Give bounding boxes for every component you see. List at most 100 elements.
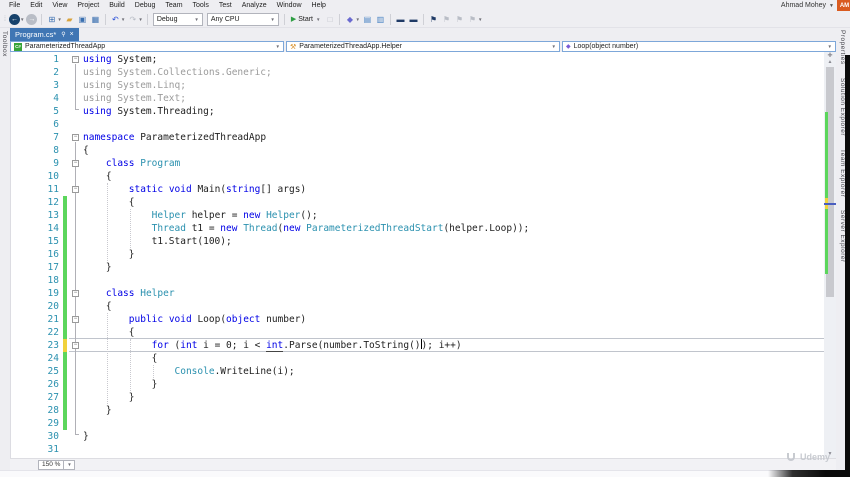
change-tracking-bar [63,378,67,391]
menu-item-debug[interactable]: Debug [130,2,161,9]
menu-item-project[interactable]: Project [72,2,104,9]
left-tool-rail: Toolbox [0,28,10,477]
menu-item-analyze[interactable]: Analyze [237,2,272,9]
uncomment-icon[interactable]: ▬ [407,13,420,26]
breadcrumb-dropdown-3[interactable]: ◆ Loop(object number) ▼ [562,41,836,52]
video-border-bottom [768,470,850,477]
chevron-down-icon[interactable]: ▼ [57,17,61,22]
toolbar-separator [146,13,148,25]
change-tracking-bar [63,261,67,274]
udemy-watermark: Udemy [786,452,830,462]
menu-item-build[interactable]: Build [104,2,130,9]
code-line: using System.Text; [83,93,186,104]
collapse-minus-icon[interactable]: − [72,290,79,297]
scrollbar-splitter-icon[interactable]: ✚ [824,52,836,59]
editor-status-strip: 150 % ▼ [10,458,836,470]
solution-platform-dropdown-value: Any CPU [210,15,240,23]
line-number: 7 [53,132,59,143]
line-number: 13 [47,210,59,221]
code-line: } [83,262,112,273]
menu-item-tools[interactable]: Tools [188,2,214,9]
scroll-up-icon[interactable]: ▲ [824,59,836,65]
change-tracking-bar [63,287,67,300]
sidebar-tab-toolbox[interactable]: Toolbox [1,31,8,57]
change-tracking-bar [63,326,67,339]
toolbar: ⁞ ← ▼ → ⊞ ▼ ▰ ▣ ▦ ↶ ▼ ↷ ▼ Debug ▼ Any CPU ▼ ▶ Start ▼ □ ◆ ▼ ▤ ▥ ▬… [0,11,850,28]
open-file-icon[interactable]: ▰ [63,13,76,26]
line-number: 30 [47,431,59,442]
csharp-project-icon: C# [14,42,22,51]
chevron-down-icon: ▼ [827,44,832,49]
menu-item-test[interactable]: Test [214,2,237,9]
document-tab-strip: Program.cs* ⚲ × [10,28,846,41]
code-line: { [83,301,112,312]
menu-item-help[interactable]: Help [307,2,331,9]
solution-platform-dropdown[interactable]: Any CPU ▼ [206,12,279,26]
toolbar-separator [104,13,106,25]
code-line: } [83,392,135,403]
change-tracking-bar [63,235,67,248]
collapse-minus-icon[interactable]: − [72,134,79,141]
menu-item-edit[interactable]: Edit [25,2,47,9]
zoom-level-dropdown[interactable]: 150 % [38,459,65,470]
menu-item-team[interactable]: Team [160,2,187,9]
breadcrumb-label: Loop(object number) [573,43,639,50]
code-line: using System.Collections.Generic; [83,67,272,78]
chevron-down-icon: ▼ [275,44,280,49]
code-line: for (int i = 0; i < int.Parse(number.ToS… [151,339,462,352]
toolbar-overflow-icon[interactable]: ▼ [355,17,359,22]
line-number: 16 [47,249,59,260]
collapse-minus-icon[interactable]: − [72,56,79,63]
pin-icon[interactable]: ⚲ [61,31,65,38]
collapse-minus-icon[interactable]: − [72,342,79,349]
chevron-down-icon[interactable]: ▼ [64,459,76,470]
code-area[interactable]: 1− using System; 2 using System.Collections… [11,52,824,458]
chevron-down-icon: ▼ [194,16,199,22]
menu-item-file[interactable]: File [4,2,25,9]
chevron-down-icon[interactable]: ▼ [20,17,24,22]
solution-configuration-dropdown[interactable]: Debug ▼ [152,12,203,26]
save-icon[interactable]: ▣ [76,13,89,26]
avatar[interactable]: AM [837,0,850,11]
navigation-bar: C# ParameterizedThreadApp ▼ ⚒ ParameterizedT… [10,41,836,52]
change-tracking-bar [63,196,67,209]
line-number: 29 [47,418,59,429]
udemy-logo-icon [787,453,795,461]
chevron-down-icon: ▼ [270,16,275,22]
toolbar-overflow-icon[interactable]: ▼ [478,17,482,22]
collapse-minus-icon[interactable]: − [72,186,79,193]
bookmark-icon[interactable]: ⚑ [427,13,440,26]
solution-configuration-dropdown-value: Debug [156,15,178,23]
tab-program-cs[interactable]: Program.cs* ⚲ × [10,28,79,41]
attach-icon[interactable]: □ [323,13,336,26]
menu-item-window[interactable]: Window [272,2,307,9]
line-number: 27 [47,392,59,403]
menu-item-view[interactable]: View [47,2,72,9]
find-symbol-icon[interactable]: ▥ [374,13,387,26]
find-in-files-icon[interactable]: ▤ [361,13,374,26]
chevron-down-icon[interactable]: ▼ [138,17,142,22]
code-editor[interactable]: 1− using System; 2 using System.Collections… [10,52,824,458]
save-all-icon[interactable]: ▦ [89,13,102,26]
user-menu[interactable]: Ahmad Mohey ▼ [781,0,834,11]
breadcrumb-dropdown-1[interactable]: C# ParameterizedThreadApp ▼ [10,41,284,52]
change-tracking-bar [63,339,67,352]
collapse-minus-icon[interactable]: − [72,316,79,323]
navigate-forward-icon[interactable]: → [26,13,38,25]
next-bookmark-icon[interactable]: ⚑ [453,13,466,26]
collapse-minus-icon[interactable]: − [72,160,79,167]
chevron-down-icon: ▼ [551,44,556,49]
breadcrumb-dropdown-2[interactable]: ⚒ ParameterizedThreadApp.Helper ▼ [286,41,560,52]
comment-icon[interactable]: ▬ [394,13,407,26]
prev-bookmark-icon[interactable]: ⚑ [440,13,453,26]
chevron-down-icon[interactable]: ▼ [121,17,125,22]
vertical-scrollbar[interactable]: ✚ ▲ ▼ [824,52,836,458]
line-number: 6 [53,119,59,130]
navigate-back-icon[interactable]: ← [8,13,20,25]
line-number: 1 [53,54,59,65]
close-icon[interactable]: × [70,31,74,38]
code-line: static void Main(string[] args) [128,184,307,195]
breadcrumb-label: ParameterizedThreadApp [25,43,106,50]
start-debugging-button[interactable]: ▶ Start ▼ [291,15,321,24]
scrollbar-change-marker-green [825,112,828,274]
